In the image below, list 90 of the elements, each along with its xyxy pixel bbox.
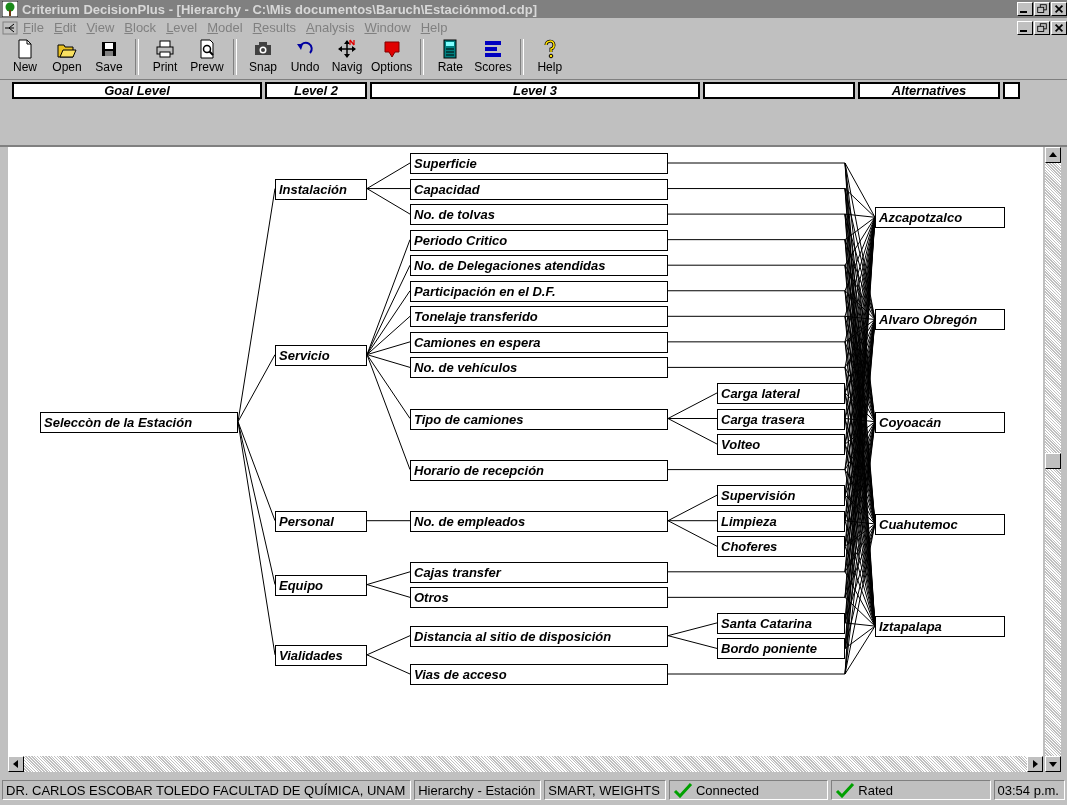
- close-icon: [1052, 3, 1066, 15]
- window-title: Criterium DecisionPlus - [Hierarchy - C:\Mis documentos\Baruch\Estaciónmod.cdp]: [22, 1, 539, 17]
- alternative-box[interactable]: Coyoacán: [875, 411, 1005, 433]
- connector-line: [366, 654, 411, 675]
- minimize-button[interactable]: [1017, 2, 1033, 16]
- node-box[interactable]: No. de vehículos: [410, 357, 668, 379]
- scroll-right-button[interactable]: [1027, 756, 1043, 772]
- node-box[interactable]: No. de Delegaciones atendidas: [410, 255, 668, 277]
- node-box[interactable]: Limpieza: [717, 510, 845, 532]
- connector-line: [366, 571, 411, 586]
- minimize-button[interactable]: [1017, 20, 1033, 35]
- move-arrows-icon: [337, 39, 357, 59]
- node-box[interactable]: Participación en el D.F.: [410, 280, 668, 302]
- bar-chart-icon: [483, 39, 504, 59]
- level-header: Level 2: [265, 82, 367, 99]
- minimize-icon: [1020, 29, 1027, 32]
- node-box[interactable]: Instalación: [275, 178, 367, 200]
- node-box[interactable]: Cajas transfer: [410, 561, 668, 583]
- level-header: Goal Level: [12, 82, 262, 99]
- status-panel: Hierarchy - Estación: [414, 780, 542, 800]
- node-box[interactable]: Periodo Critico: [410, 229, 668, 251]
- node-box[interactable]: Vias de acceso: [410, 664, 668, 685]
- node-box[interactable]: Choferes: [717, 536, 845, 558]
- node-box[interactable]: Superficie: [410, 153, 668, 174]
- toolbar-button[interactable]: Open: [46, 37, 88, 74]
- restore-button[interactable]: [1034, 2, 1050, 16]
- scroll-up-button[interactable]: [1045, 147, 1061, 163]
- restore-button[interactable]: [1034, 20, 1050, 35]
- node-box[interactable]: Servicio: [275, 344, 367, 366]
- status-panel: 03:54 p.m.: [993, 780, 1065, 800]
- scroll-left-button[interactable]: [8, 756, 24, 772]
- node-box[interactable]: No. de tolvas: [410, 204, 668, 226]
- toolbar-button[interactable]: Options: [368, 37, 416, 74]
- alternative-box[interactable]: Alvaro Obregón: [875, 309, 1005, 331]
- restore-icon: [1035, 21, 1049, 34]
- toolbar-button[interactable]: Rate: [429, 37, 472, 74]
- close-icon: [1052, 21, 1066, 34]
- scroll-down-button[interactable]: [1045, 756, 1061, 772]
- toolbar-button[interactable]: New: [4, 37, 46, 74]
- node-box[interactable]: No. de empleados: [410, 510, 668, 532]
- node-box[interactable]: Horario de recepción: [410, 459, 668, 481]
- status-panel: SMART, WEIGHTS: [544, 780, 666, 800]
- node-box[interactable]: Carga trasera: [717, 408, 845, 430]
- document-icon: [15, 39, 35, 59]
- alternative-box[interactable]: Azcapotzalco: [875, 207, 1005, 229]
- alternative-box[interactable]: Cuahutemoc: [875, 513, 1005, 535]
- node-box[interactable]: Vialidades: [275, 644, 367, 666]
- status-panel: Connected: [669, 780, 829, 800]
- node-box[interactable]: Tonelaje transferido: [410, 306, 668, 328]
- connector-line: [667, 635, 718, 649]
- status-panel: DR. CARLOS ESCOBAR TOLEDO FACULTAD DE QUÍMICA, UNAM: [2, 780, 412, 800]
- node-box[interactable]: Personal: [275, 510, 367, 532]
- node-box[interactable]: Equipo: [275, 574, 367, 596]
- status-panel: Rated: [831, 780, 991, 800]
- toolbar-button[interactable]: Undo: [284, 37, 326, 74]
- node-box[interactable]: Bordo poniente: [717, 638, 845, 660]
- connector-line: [366, 520, 411, 522]
- minimize-icon: [1020, 11, 1027, 13]
- node-box[interactable]: Santa Catarina: [717, 612, 845, 634]
- node-box[interactable]: Supervisión: [717, 485, 845, 507]
- node-box[interactable]: Otros: [410, 587, 668, 609]
- toolbar-button[interactable]: Snap: [242, 37, 284, 74]
- toolbar-button[interactable]: Scores: [471, 37, 515, 74]
- printer-icon: [155, 39, 175, 59]
- toolbar-button[interactable]: Navig: [326, 37, 368, 74]
- scrollbar-thumb[interactable]: [1045, 453, 1061, 469]
- level-header: Level 3: [370, 82, 700, 99]
- restore-icon: [1035, 3, 1049, 15]
- node-box[interactable]: Volteo: [717, 434, 845, 456]
- toolbar-button[interactable]: Print: [144, 37, 186, 74]
- connector-line: [366, 584, 411, 598]
- tree-icon: [2, 1, 18, 17]
- node-box[interactable]: Seleccòn de la Estación: [40, 411, 238, 433]
- node-box[interactable]: Camiones en espera: [410, 331, 668, 353]
- level-header: Alternatives: [858, 82, 1000, 99]
- toolbar-button[interactable]: Help: [528, 37, 571, 74]
- toolbar-button[interactable]: Prevw: [186, 37, 228, 74]
- node-box[interactable]: Distancia al sitio de disposición: [410, 625, 668, 647]
- level-header-blank: [1003, 82, 1020, 99]
- connector-line: [667, 622, 718, 637]
- toolbar-button[interactable]: Save: [88, 37, 130, 74]
- node-box[interactable]: Carga lateral: [717, 382, 845, 404]
- connector-line: [366, 635, 411, 656]
- node-box[interactable]: Tipo de camiones: [410, 408, 668, 430]
- close-button[interactable]: [1051, 2, 1067, 16]
- node-box[interactable]: Capacidad: [410, 178, 668, 200]
- alternative-box[interactable]: Iztapalapa: [875, 616, 1005, 638]
- close-button[interactable]: [1051, 20, 1067, 35]
- hierarchy-icon: [2, 19, 18, 36]
- magnifier-page-icon: [197, 39, 217, 59]
